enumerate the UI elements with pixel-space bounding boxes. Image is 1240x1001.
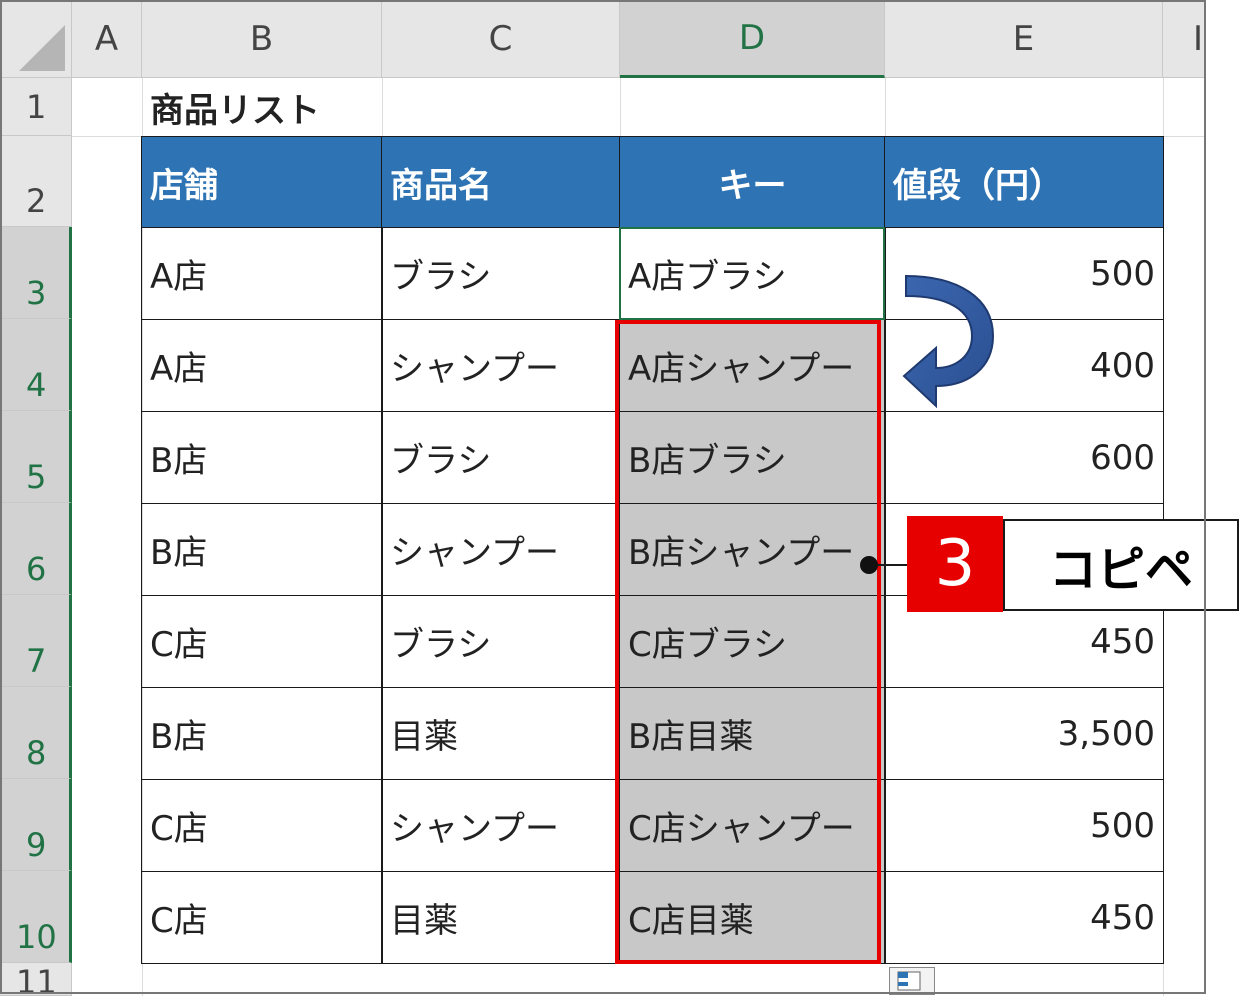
header-key[interactable]: キー: [619, 136, 886, 228]
header-price[interactable]: 値段（円）: [884, 136, 1164, 228]
row-header-7[interactable]: 7: [0, 595, 72, 687]
gridline: [382, 78, 383, 136]
row-header-10[interactable]: 10: [0, 871, 72, 963]
callout-dot: [860, 556, 878, 574]
select-all-corner[interactable]: [0, 0, 72, 78]
cell-product[interactable]: シャンプー: [381, 779, 621, 872]
paste-options-icon[interactable]: [889, 967, 935, 995]
header-product-name[interactable]: 商品名: [381, 136, 621, 228]
row-header-5[interactable]: 5: [0, 411, 72, 503]
spreadsheet: A B C D E I 1 2 3 4 5 6 7 8 9 10 11 商品リス…: [0, 0, 1240, 1001]
row-header-1[interactable]: 1: [0, 78, 72, 136]
row-header-11[interactable]: 11: [0, 963, 72, 1001]
column-header-e[interactable]: E: [885, 0, 1163, 78]
cell-price[interactable]: 3,500: [884, 687, 1164, 780]
header-store[interactable]: 店舗: [141, 136, 383, 228]
select-all-triangle-icon: [19, 25, 65, 71]
gridline: [620, 78, 621, 136]
row-header-9[interactable]: 9: [0, 779, 72, 871]
column-header-next[interactable]: I: [1163, 0, 1206, 78]
row-header-8[interactable]: 8: [0, 687, 72, 779]
selection-highlight-box: [615, 320, 881, 964]
cell-store[interactable]: B店: [141, 687, 383, 780]
row-header-6[interactable]: 6: [0, 503, 72, 595]
active-cell-border: [619, 227, 885, 320]
cell-store[interactable]: B店: [141, 411, 383, 504]
cell-product[interactable]: シャンプー: [381, 319, 621, 412]
curved-down-arrow-icon: [902, 274, 995, 409]
cell-product[interactable]: 目薬: [381, 687, 621, 780]
cell-store[interactable]: A店: [141, 319, 383, 412]
column-header-c[interactable]: C: [382, 0, 620, 78]
cell-price[interactable]: 500: [884, 779, 1164, 872]
cell-store[interactable]: A店: [141, 227, 383, 320]
cell-product[interactable]: ブラシ: [381, 411, 621, 504]
cell-product[interactable]: シャンプー: [381, 503, 621, 596]
column-header-b[interactable]: B: [142, 0, 382, 78]
cell-price[interactable]: 600: [884, 411, 1164, 504]
row-header-2[interactable]: 2: [0, 136, 72, 227]
callout-label: コピペ: [1003, 519, 1239, 611]
cell-store[interactable]: C店: [141, 871, 383, 964]
column-header-d[interactable]: D: [620, 0, 885, 78]
row-header-4[interactable]: 4: [0, 319, 72, 411]
cell-price[interactable]: 450: [884, 871, 1164, 964]
cell-store[interactable]: B店: [141, 503, 383, 596]
column-header-a[interactable]: A: [72, 0, 142, 78]
gridline: [885, 78, 886, 136]
cell-store[interactable]: C店: [141, 595, 383, 688]
cell-product[interactable]: ブラシ: [381, 595, 621, 688]
paste-glyph-icon: [897, 971, 921, 991]
cell-product[interactable]: ブラシ: [381, 227, 621, 320]
cell-store[interactable]: C店: [141, 779, 383, 872]
row-header-3[interactable]: 3: [0, 227, 72, 319]
sheet-title[interactable]: 商品リスト: [142, 78, 382, 136]
callout-step-number: 3: [907, 516, 1003, 612]
cell-product[interactable]: 目薬: [381, 871, 621, 964]
